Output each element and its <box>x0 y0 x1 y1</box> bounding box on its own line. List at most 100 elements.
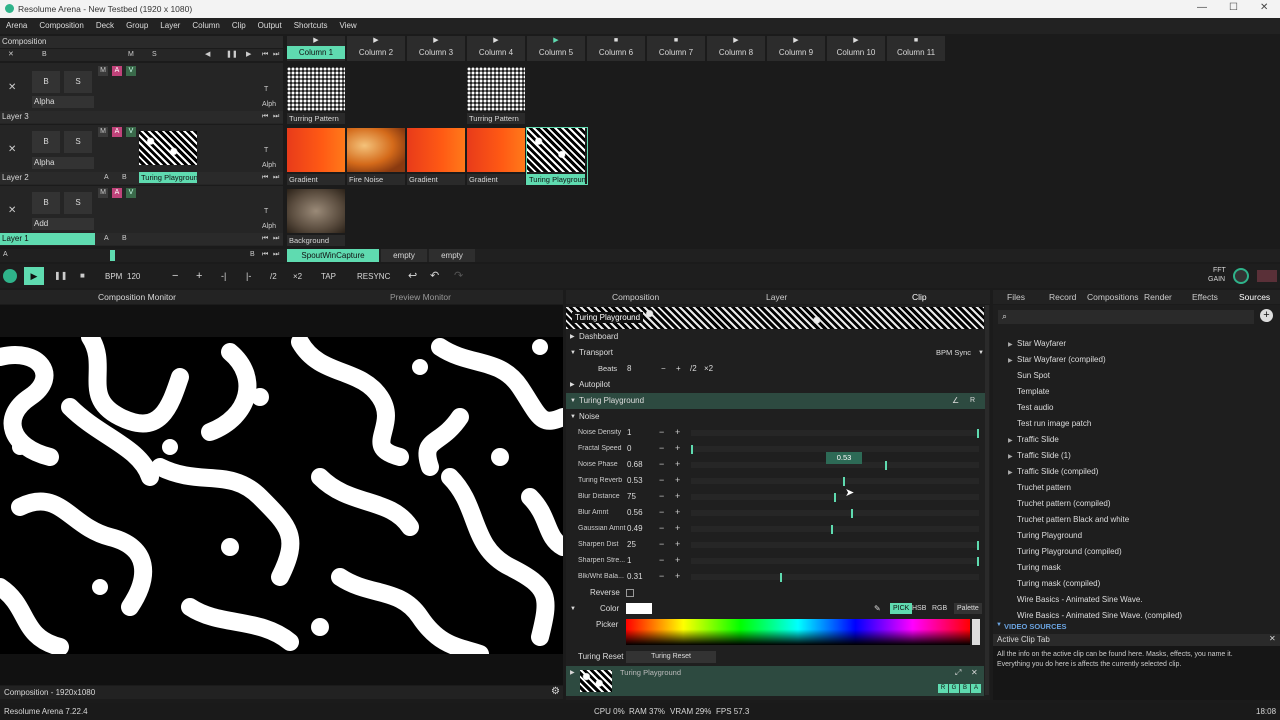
param-slider[interactable] <box>691 542 979 548</box>
layer-bypass-button[interactable]: B <box>32 192 60 214</box>
layer-v-button[interactable]: V <box>126 127 136 137</box>
video-sources-header[interactable]: ▼ VIDEO SOURCES <box>996 621 1276 633</box>
column-header-7[interactable]: ■ Column 7 <box>647 36 705 61</box>
param-plus-button[interactable]: + <box>675 443 680 453</box>
param-slider-handle[interactable] <box>780 573 782 582</box>
param-slider-handle[interactable] <box>834 493 836 502</box>
source-item[interactable]: Star Wayfarer <box>1017 339 1066 348</box>
nudge-back-icon[interactable]: -| <box>221 271 226 281</box>
bpm-minus-button[interactable]: − <box>172 270 178 282</box>
beats-half-button[interactable]: /2 <box>690 361 697 377</box>
layer-v-button[interactable]: V <box>126 66 136 76</box>
composition-monitor-tab[interactable]: Composition Monitor <box>98 292 176 302</box>
param-slider-handle[interactable] <box>885 461 887 470</box>
param-slider[interactable] <box>691 478 979 484</box>
param-minus-button[interactable]: − <box>659 443 664 453</box>
skip-back-icon[interactable]: ⏮ <box>262 112 268 122</box>
clip-layer3-col1[interactable]: Turring Pattern <box>287 67 347 124</box>
eyedropper-icon[interactable]: ✎ <box>874 601 881 617</box>
param-value[interactable]: 1 <box>627 556 631 565</box>
source-item[interactable]: Traffic Slide (compiled) <box>1017 467 1098 476</box>
skip-forward-icon[interactable]: ⏭ <box>273 250 279 260</box>
param-value[interactable]: 25 <box>627 540 636 549</box>
clip-layer2-col4[interactable]: Gradient <box>467 128 527 185</box>
layer-mute-button[interactable]: M <box>98 66 108 76</box>
source-item[interactable]: Truchet pattern <box>1017 483 1071 492</box>
bpm-sync-select[interactable]: BPM Sync <box>936 345 971 361</box>
column-header-6[interactable]: ■ Column 6 <box>587 36 645 61</box>
layer-a-button[interactable]: A <box>112 66 122 76</box>
composition-header[interactable]: Composition <box>0 36 283 48</box>
layer-mute-button[interactable]: M <box>98 127 108 137</box>
beats-minus-button[interactable]: − <box>661 361 666 377</box>
tap-button[interactable]: TAP <box>321 272 336 281</box>
param-minus-button[interactable]: − <box>659 507 664 517</box>
next-column-icon[interactable]: ▶ <box>246 50 251 60</box>
expand-window-icon[interactable]: ⤢ <box>955 668 961 678</box>
section-transport[interactable]: ▼ Transport BPM Sync ▼ <box>566 345 986 361</box>
color-rgb-tab[interactable]: RGB <box>932 601 947 617</box>
minimize-button[interactable]: — <box>1197 2 1207 13</box>
section-noise[interactable]: ▼ Noise <box>566 409 986 425</box>
gain-knob[interactable] <box>1233 268 1249 284</box>
clip-layer2-col5[interactable]: Turing Playground <box>526 127 588 185</box>
menu-column[interactable]: Column <box>186 18 226 30</box>
skip-back-icon[interactable]: ⏮ <box>262 50 268 60</box>
param-minus-button[interactable]: − <box>659 427 664 437</box>
layer-a-button[interactable]: A <box>112 127 122 137</box>
param-minus-button[interactable]: − <box>659 523 664 533</box>
param-plus-button[interactable]: + <box>675 491 680 501</box>
maximize-button[interactable]: ☐ <box>1229 2 1238 13</box>
layer-blend-select[interactable]: Add <box>32 218 94 230</box>
menu-arena[interactable]: Arena <box>0 18 33 30</box>
bpm-half-button[interactable]: /2 <box>270 272 277 281</box>
section-dashboard[interactable]: ▶ Dashboard <box>566 329 986 345</box>
param-plus-button[interactable]: + <box>675 571 680 581</box>
param-value[interactable]: 0.68 <box>627 460 643 469</box>
layer-solo-button[interactable]: S <box>64 131 92 153</box>
source-item[interactable]: Truchet pattern (compiled) <box>1017 499 1111 508</box>
menu-clip[interactable]: Clip <box>226 18 252 30</box>
param-slider[interactable] <box>691 430 979 436</box>
menu-view[interactable]: View <box>333 18 362 30</box>
menu-group[interactable]: Group <box>120 18 154 30</box>
tab-compositions[interactable]: Compositions <box>1087 292 1139 302</box>
param-minus-button[interactable]: − <box>659 571 664 581</box>
param-plus-button[interactable]: + <box>675 475 680 485</box>
color-picker-spectrum[interactable] <box>626 619 970 645</box>
skip-forward-icon[interactable]: ⏭ <box>273 112 279 122</box>
tab-sources[interactable]: Sources <box>1239 292 1270 302</box>
param-minus-button[interactable]: − <box>659 539 664 549</box>
crossfader-b-button[interactable]: B <box>122 173 127 183</box>
section-effect-turing-playground[interactable]: ▼ Turing Playground ∠ R <box>566 393 986 409</box>
source-item[interactable]: Turing mask (compiled) <box>1017 579 1100 588</box>
clip-layer2-col2[interactable]: Fire Noise <box>347 128 407 185</box>
clip-layer1-col1[interactable]: Background <box>287 189 347 246</box>
layer-bypass-button[interactable]: B <box>32 71 60 93</box>
tab-layer[interactable]: Layer <box>766 292 787 302</box>
layer-3-name[interactable]: Layer 3 ⏮ ⏭ <box>0 111 283 123</box>
prev-column-icon[interactable]: ◀ <box>205 50 210 60</box>
param-minus-button[interactable]: − <box>659 459 664 469</box>
section-autopilot[interactable]: ▶ Autopilot <box>566 377 986 393</box>
source-item[interactable]: Wire Basics - Animated Sine Wave. (compi… <box>1017 611 1182 620</box>
bpm-value[interactable]: 120 <box>127 272 140 281</box>
beats-double-button[interactable]: ×2 <box>704 361 713 377</box>
layer-a-button[interactable]: A <box>112 188 122 198</box>
skip-back-icon[interactable]: ⏮ <box>262 234 268 244</box>
layer-t-button[interactable]: T <box>264 146 268 156</box>
tab-render[interactable]: Render <box>1144 292 1172 302</box>
param-plus-button[interactable]: + <box>675 427 680 437</box>
expand-arrow-icon[interactable]: ▶ <box>1008 453 1013 460</box>
column-header-5[interactable]: ▶ Column 5 <box>527 36 585 61</box>
bpm-plus-button[interactable]: + <box>196 270 202 282</box>
param-plus-button[interactable]: + <box>675 539 680 549</box>
picker-scrollbar[interactable] <box>972 619 980 645</box>
layer-clear-icon[interactable]: ✕ <box>8 206 16 216</box>
beats-plus-button[interactable]: + <box>676 361 681 377</box>
source-item[interactable]: Test audio <box>1017 403 1053 412</box>
source-item[interactable]: Turing Playground <box>1017 531 1082 540</box>
param-value[interactable]: 0.56 <box>627 508 643 517</box>
column-header-4[interactable]: ▶ Column 4 <box>467 36 525 61</box>
layer-clear-icon[interactable]: ✕ <box>8 83 16 93</box>
